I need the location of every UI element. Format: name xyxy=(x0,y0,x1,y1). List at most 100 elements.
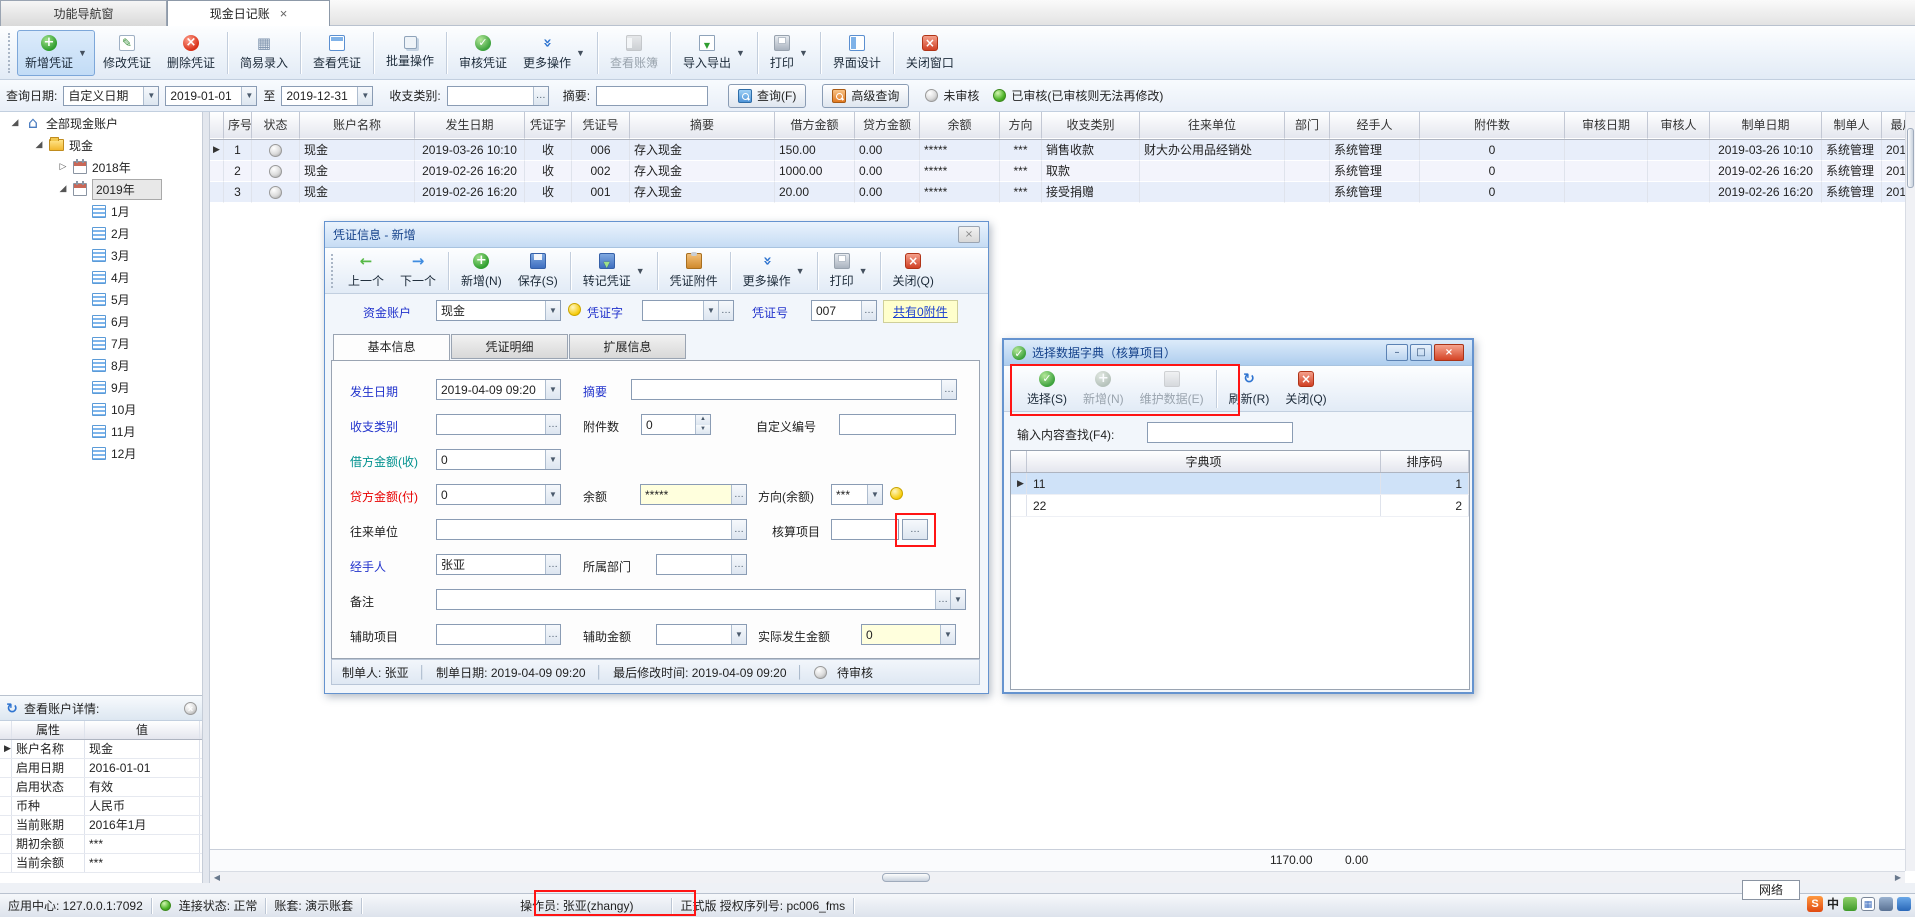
tree-node-month-5[interactable]: 5月 xyxy=(0,288,202,310)
close-icon[interactable]: × xyxy=(958,226,980,243)
chevron-down-icon[interactable]: ▼ xyxy=(143,87,158,105)
voucher-word-select[interactable]: ▼… xyxy=(642,300,734,321)
mic-tray-icon[interactable] xyxy=(1879,897,1893,911)
dict-row[interactable]: 222 xyxy=(1011,495,1469,517)
balance-input[interactable]: *****… xyxy=(640,484,747,505)
grid-header-cell[interactable]: 状态 xyxy=(252,112,300,139)
toolbar-button-del[interactable]: 删除凭证 xyxy=(159,30,223,76)
grid-header-cell[interactable]: 制单人 xyxy=(1822,112,1882,139)
category-field-input[interactable]: … xyxy=(436,414,561,435)
toolbar-button-book[interactable]: 查看账簿 xyxy=(602,30,666,76)
date-to-picker[interactable]: 2019-12-31 ▼ xyxy=(281,86,373,106)
grid-header-cell[interactable]: 借方金额 xyxy=(775,112,855,139)
toolbar-grip[interactable] xyxy=(8,33,13,73)
scroll-left-icon[interactable]: ◀ xyxy=(210,872,224,883)
grid-header-cell[interactable]: 收支类别 xyxy=(1042,112,1140,139)
toolbar-button-more[interactable]: 更多操作▼ xyxy=(735,250,813,292)
spinner-icons[interactable]: ▲▼ xyxy=(695,415,710,434)
tab-extended-info[interactable]: 扩展信息 xyxy=(569,334,686,359)
tree-node-month-11[interactable]: 11月 xyxy=(0,420,202,442)
chevron-down-icon[interactable]: ▼ xyxy=(545,450,560,469)
ellipsis-icon[interactable]: … xyxy=(935,590,950,609)
grid-header-cell[interactable] xyxy=(210,112,224,139)
toolbar-button-attach[interactable]: 凭证附件 xyxy=(662,250,726,292)
expander-icon[interactable]: ◢ xyxy=(10,118,20,128)
grid-header-cell[interactable]: 往来单位 xyxy=(1140,112,1285,139)
direction-select[interactable]: ***▼ xyxy=(831,484,883,505)
toolbar-button-check[interactable]: 审核凭证 xyxy=(451,30,515,76)
toolbar-button-more[interactable]: 更多操作▼ xyxy=(515,30,593,76)
tab-basic-info[interactable]: 基本信息 xyxy=(333,334,450,361)
attach-count-stepper[interactable]: 0▲▼ xyxy=(641,414,711,435)
table-row[interactable]: 2现金2019-02-26 16:20收002存入现金1000.000.00**… xyxy=(210,161,1905,182)
chevron-down-icon[interactable]: ▼ xyxy=(545,301,560,320)
chevron-down-icon[interactable]: ▼ xyxy=(703,301,718,320)
tree-node-2018[interactable]: ▷ 2018年 xyxy=(0,156,202,178)
toolbar-button-view[interactable]: 查看凭证 xyxy=(305,30,369,76)
handler-input[interactable]: 张亚… xyxy=(436,554,561,575)
tree-node-2019[interactable]: ◢ 2019年 xyxy=(0,178,202,200)
sidebar-splitter[interactable] xyxy=(202,112,210,883)
detail-row[interactable]: 启用状态有效 xyxy=(0,778,202,797)
toolbar-button-grid[interactable]: 简易录入 xyxy=(232,30,296,76)
summary-input[interactable] xyxy=(596,86,708,106)
toolbar-button-next[interactable]: 下一个 xyxy=(392,250,444,292)
tree-node-cash[interactable]: ◢ 现金 xyxy=(0,134,202,156)
ellipsis-icon[interactable]: … xyxy=(718,301,733,320)
toolbar-button-save[interactable]: 保存(S) xyxy=(510,250,566,292)
grid-header-cell[interactable]: 制单日期 xyxy=(1710,112,1822,139)
tree-node-month-7[interactable]: 7月 xyxy=(0,332,202,354)
tree-node-month-6[interactable]: 6月 xyxy=(0,310,202,332)
chevron-down-icon[interactable]: ▼ xyxy=(796,266,805,276)
close-icon[interactable] xyxy=(184,702,197,715)
chevron-down-icon[interactable]: ▼ xyxy=(940,625,955,644)
chevron-down-icon[interactable]: ▼ xyxy=(736,48,745,58)
chevron-down-icon[interactable]: ▼ xyxy=(545,485,560,504)
ellipsis-icon[interactable]: … xyxy=(731,485,746,504)
dict-row[interactable]: ▶111 xyxy=(1011,473,1469,495)
tab-cash-journal[interactable]: 现金日记账 × xyxy=(167,0,330,26)
toolbar-button-print[interactable]: 打印▼ xyxy=(822,250,876,292)
ellipsis-icon[interactable]: … xyxy=(545,555,560,574)
detail-row[interactable]: 当前账期2016年1月 xyxy=(0,816,202,835)
expander-icon[interactable]: ▷ xyxy=(58,162,68,172)
category-input[interactable]: … xyxy=(447,86,549,106)
advanced-search-button[interactable]: 高级查询 xyxy=(822,84,909,108)
occur-date-picker[interactable]: 2019-04-09 09:20▼ xyxy=(436,379,561,400)
toolbar-button-io[interactable]: 导入导出▼ xyxy=(675,30,753,76)
keyboard-tray-icon[interactable]: ▦ xyxy=(1861,897,1875,911)
toolbar-button-print[interactable]: 打印▼ xyxy=(762,30,816,76)
dict-dialog-titlebar[interactable]: 选择数据字典（核算项目） – □ × xyxy=(1004,340,1472,366)
sogou-tray-icon[interactable]: S xyxy=(1807,896,1823,912)
chevron-down-icon[interactable]: ▼ xyxy=(950,590,965,609)
detail-row[interactable]: 启用日期2016-01-01 xyxy=(0,759,202,778)
ellipsis-icon[interactable]: … xyxy=(731,555,746,574)
grid-header-cell[interactable]: 经手人 xyxy=(1330,112,1420,139)
chevron-down-icon[interactable]: ▼ xyxy=(78,48,87,58)
toolbar-button-closewin[interactable]: 关闭窗口 xyxy=(898,30,962,76)
ellipsis-icon[interactable]: … xyxy=(533,87,548,105)
scroll-right-icon[interactable]: ▶ xyxy=(1891,872,1905,883)
grid-header-cell[interactable]: 摘要 xyxy=(630,112,775,139)
remark-input[interactable]: …▼ xyxy=(436,589,966,610)
tab-close-icon[interactable]: × xyxy=(280,6,288,21)
grid-header-cell[interactable]: 序号 xyxy=(224,112,252,139)
chevron-down-icon[interactable]: ▼ xyxy=(241,87,256,105)
tray-icon-blue[interactable] xyxy=(1897,897,1911,911)
counterparty-input[interactable]: … xyxy=(436,519,747,540)
grid-header-cell[interactable]: 余额 xyxy=(920,112,1000,139)
toolbar-grip[interactable] xyxy=(331,254,336,288)
tab-nav-window[interactable]: 功能导航窗 xyxy=(0,0,167,26)
maximize-icon[interactable]: □ xyxy=(1410,344,1432,361)
grid-header-cell[interactable]: 审核日期 xyxy=(1565,112,1648,139)
ellipsis-icon[interactable]: … xyxy=(861,301,876,320)
toolbar-button-design[interactable]: 界面设计 xyxy=(825,30,889,76)
toolbar-button-save2[interactable]: 转记凭证▼ xyxy=(575,250,653,292)
scrollbar-thumb[interactable] xyxy=(882,873,930,882)
tree-node-month-8[interactable]: 8月 xyxy=(0,354,202,376)
search-button[interactable]: 查询(F) xyxy=(728,84,806,108)
ellipsis-icon[interactable]: … xyxy=(941,380,956,399)
tab-voucher-detail[interactable]: 凭证明细 xyxy=(451,334,568,359)
department-input[interactable]: … xyxy=(656,554,747,575)
voucher-dialog-titlebar[interactable]: 凭证信息 - 新增 × xyxy=(325,222,988,248)
